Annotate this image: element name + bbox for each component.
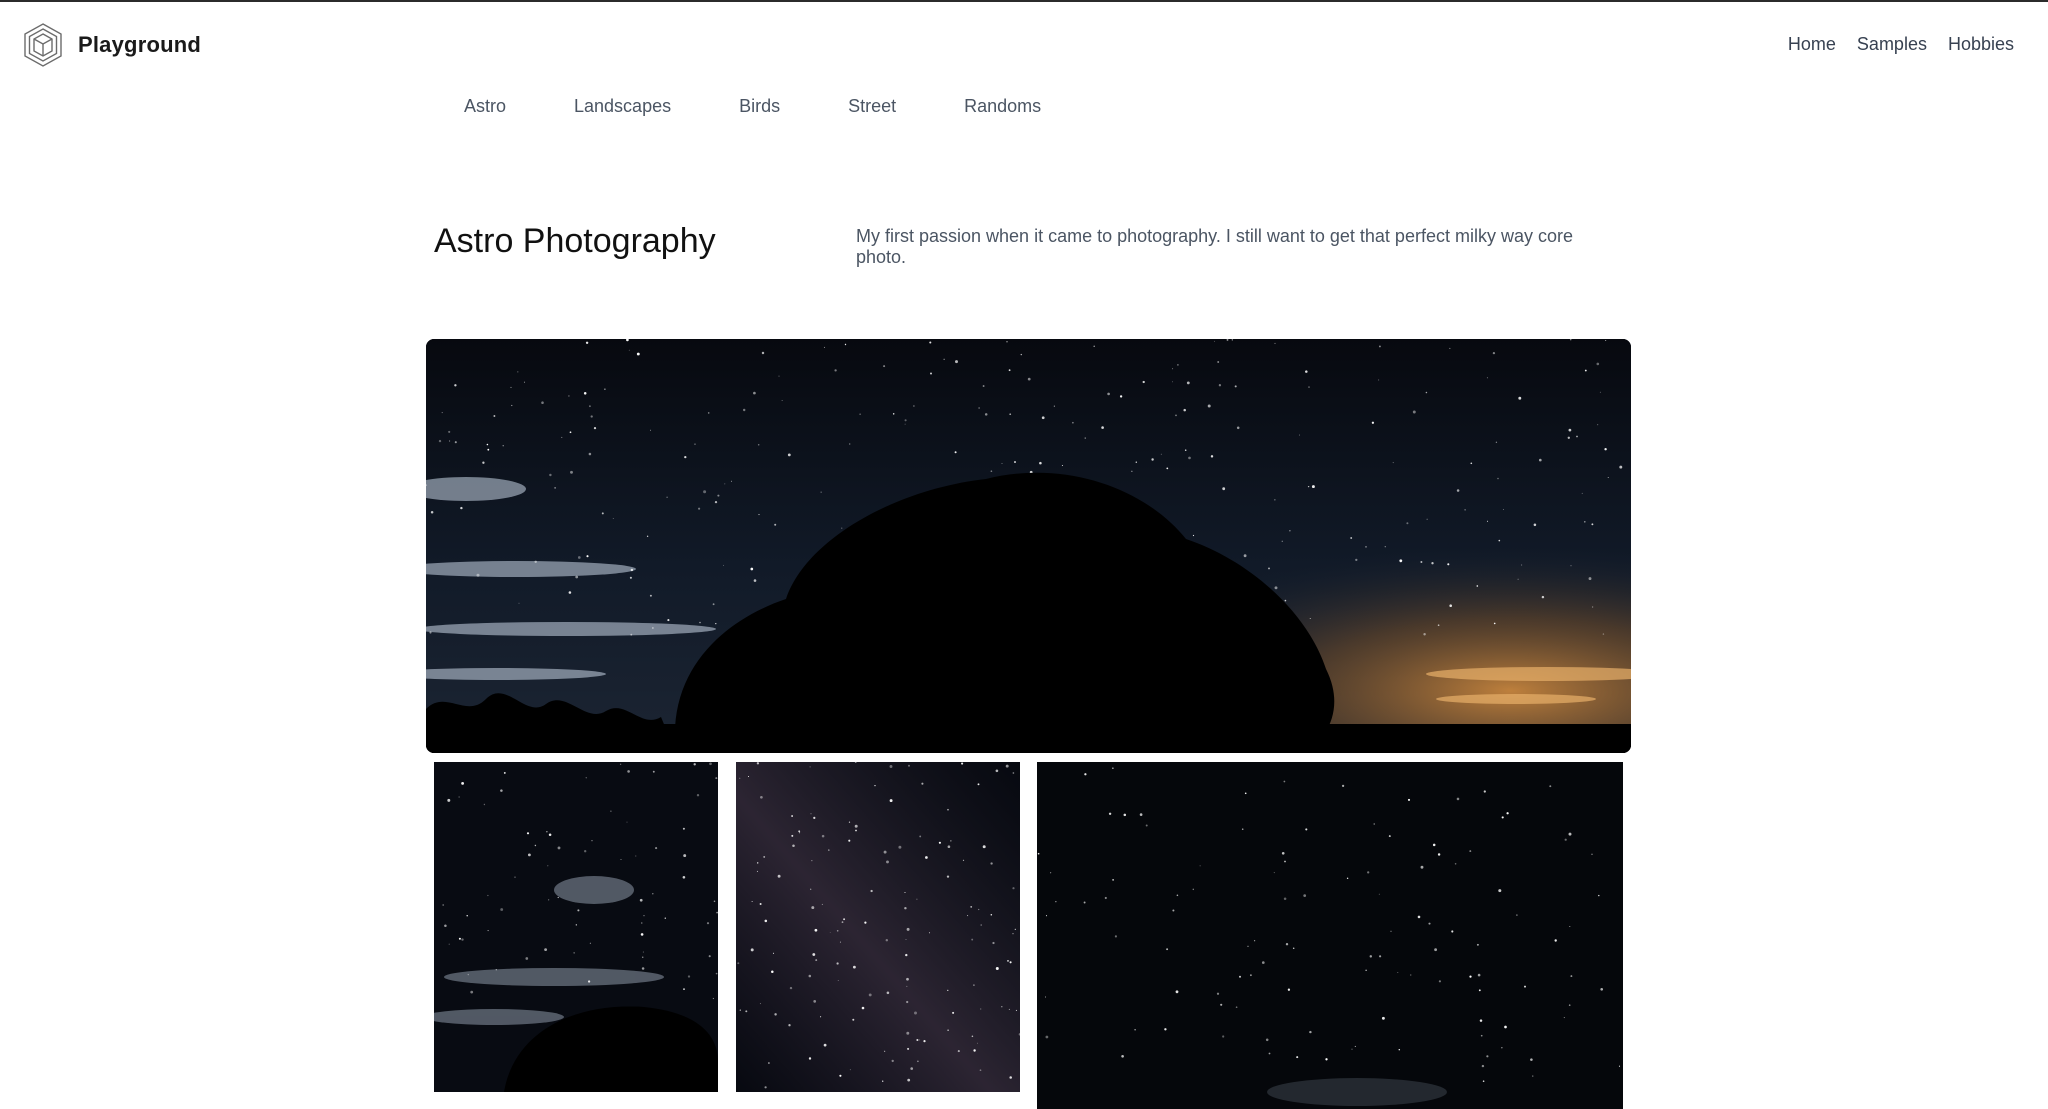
hexagon-cube-icon [24, 23, 62, 67]
gallery-photo-2[interactable] [736, 762, 1020, 1092]
section-description: My first passion when it came to photogr… [856, 226, 1573, 267]
category-landscapes-link[interactable]: Landscapes [574, 96, 671, 117]
nav-home-link[interactable]: Home [1788, 34, 1836, 55]
nav-hobbies-link[interactable]: Hobbies [1948, 34, 2014, 55]
brand-name: Playground [78, 32, 202, 57]
gallery-photo-1[interactable] [434, 762, 718, 1092]
top-border [0, 0, 2048, 2]
brand[interactable]: Playground [22, 22, 201, 68]
category-randoms-link[interactable]: Randoms [964, 96, 1041, 117]
category-street-link[interactable]: Street [848, 96, 896, 117]
hero-photo[interactable] [426, 339, 1631, 753]
category-birds-link[interactable]: Birds [739, 96, 780, 117]
section-title: Astro Photography [434, 222, 716, 260]
category-astro-link[interactable]: Astro [464, 96, 506, 117]
top-nav: Home Samples Hobbies [1788, 34, 2014, 55]
category-nav: Astro Landscapes Birds Street Randoms [464, 96, 1041, 117]
gallery-photo-3[interactable] [1037, 762, 1623, 1109]
nav-samples-link[interactable]: Samples [1857, 34, 1927, 55]
